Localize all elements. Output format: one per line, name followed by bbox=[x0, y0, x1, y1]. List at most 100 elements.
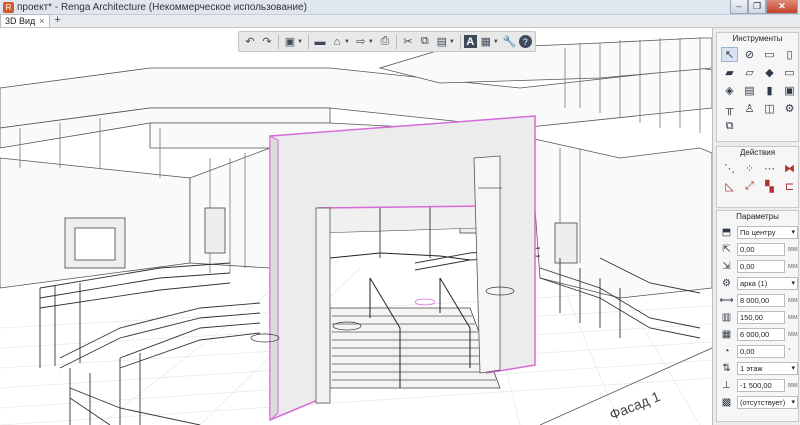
array-icon[interactable]: ▚ bbox=[761, 179, 778, 194]
slab-tool-icon[interactable]: ▱ bbox=[741, 65, 758, 80]
central-staircase bbox=[317, 188, 501, 389]
wall-tool-icon[interactable]: ▭ bbox=[761, 47, 778, 62]
actions-panel: Действия ⋱ ⁘ ⋯ ⧓ ◺ ⤢ ▚ ⊏ bbox=[716, 146, 799, 208]
params-panel: Параметры ⬒ По центру ⇱ 0,00 мм ⇲ 0,00 м… bbox=[716, 210, 799, 422]
unit-label: мм bbox=[788, 331, 798, 338]
mirror-icon[interactable]: ⧓ bbox=[781, 161, 798, 176]
params-panel-title: Параметры bbox=[736, 212, 779, 221]
unit-label: мм bbox=[788, 382, 798, 389]
toolbar-separator bbox=[395, 34, 397, 49]
door-tool-icon[interactable]: ▮ bbox=[761, 83, 778, 98]
redo-icon[interactable]: ↷ bbox=[259, 34, 275, 50]
style-select[interactable]: арка (1) bbox=[737, 277, 798, 290]
length-field[interactable]: 8 000,00 bbox=[737, 294, 785, 307]
height-field[interactable]: 6 000,00 bbox=[737, 328, 785, 341]
close-button[interactable]: ✕ bbox=[766, 0, 798, 14]
unit-label: мм bbox=[788, 297, 798, 304]
annotation-tool-icon[interactable]: ⧉ bbox=[721, 119, 738, 134]
settings-icon[interactable]: 🔧 bbox=[502, 34, 518, 50]
material-icon: ▩ bbox=[721, 397, 732, 408]
stair-tool-icon[interactable]: ▤ bbox=[741, 83, 758, 98]
chevron-down-icon[interactable]: ▼ bbox=[344, 39, 350, 45]
close-icon[interactable]: × bbox=[39, 15, 44, 27]
param-elevation: ⊥ -1 500,00 мм bbox=[717, 378, 798, 393]
unit-label: мм bbox=[788, 314, 798, 321]
railing-tool-icon[interactable]: ╥ bbox=[721, 101, 738, 116]
length-icon: ⟷ bbox=[719, 295, 734, 306]
thickness-icon: ▥ bbox=[721, 312, 732, 323]
copy-icon[interactable]: ⧉ bbox=[417, 34, 433, 50]
export-icon[interactable]: ⇨ bbox=[353, 34, 369, 50]
alignment-select[interactable]: По центру bbox=[737, 226, 798, 239]
beam-tool-icon[interactable]: ▭ bbox=[781, 65, 798, 80]
tab-3d-view[interactable]: 3D Вид × bbox=[0, 14, 50, 27]
offset-x-field[interactable]: 0,00 bbox=[737, 243, 785, 256]
undo-icon[interactable]: ↶ bbox=[242, 34, 258, 50]
offset-y-icon: ⇲ bbox=[722, 261, 731, 272]
equipment-tool-icon[interactable]: ♙ bbox=[741, 101, 758, 116]
rotate-icon[interactable]: ⁘ bbox=[741, 161, 758, 176]
unit-label: ° bbox=[788, 348, 791, 355]
paste-icon[interactable]: ▤ bbox=[434, 34, 450, 50]
param-material: ▩ (отсутствует) bbox=[717, 395, 798, 410]
select-tool-icon[interactable]: ↖ bbox=[721, 47, 738, 62]
window-controls: – ❐ ✕ bbox=[730, 0, 798, 14]
room-tool-icon[interactable]: ◫ bbox=[761, 101, 778, 116]
title-bar: R проект* - Renga Architecture (Некоммер… bbox=[0, 0, 800, 15]
chevron-down-icon[interactable]: ▼ bbox=[297, 39, 303, 45]
align-icon[interactable]: ◺ bbox=[721, 179, 738, 194]
param-thickness: ▥ 150,00 мм bbox=[717, 310, 798, 325]
floor-tool-icon[interactable]: ▰ bbox=[721, 65, 738, 80]
unit-label: мм bbox=[788, 263, 798, 270]
save-icon[interactable]: ▬ bbox=[312, 34, 328, 50]
chevron-down-icon[interactable]: ▼ bbox=[449, 39, 455, 45]
print-preview-icon[interactable]: ⌂ bbox=[329, 34, 345, 50]
column-tool-icon[interactable]: ▯ bbox=[781, 47, 798, 62]
thickness-field[interactable]: 150,00 bbox=[737, 311, 785, 324]
layers-icon[interactable]: ▦ bbox=[478, 34, 494, 50]
alignment-icon: ⬒ bbox=[721, 227, 732, 238]
main-toolbar: ↶ ↷ ▣ ▼ ▬ ⌂ ▼ ⇨ ▼ ⎙ ✂ ⧉ ▤ ▼ A ▦ ▼ 🔧 ? bbox=[238, 31, 536, 52]
move-icon[interactable]: ⋱ bbox=[721, 161, 738, 176]
join-icon[interactable]: ⊏ bbox=[781, 179, 798, 194]
tools-panel-title: Инструменты bbox=[732, 34, 783, 43]
toolbar-separator bbox=[459, 34, 461, 49]
elevation-field[interactable]: -1 500,00 bbox=[737, 379, 785, 392]
angle-field[interactable]: 0,00 bbox=[737, 345, 785, 358]
chevron-down-icon[interactable]: ▼ bbox=[493, 39, 499, 45]
add-tab-button[interactable]: + bbox=[52, 15, 64, 27]
param-level: ⇅ 1 этаж bbox=[717, 361, 798, 376]
assembly-tool-icon[interactable]: ⚙ bbox=[781, 101, 798, 116]
right-panel: Инструменты ↖ ⊘ ▭ ▯ ▰ ▱ ◆ ▭ ◈ ▤ ▮ ▣ ╥ ♙ … bbox=[712, 28, 800, 425]
help-icon[interactable]: ? bbox=[518, 35, 532, 48]
param-alignment: ⬒ По центру bbox=[717, 225, 798, 240]
height-icon: ▦ bbox=[721, 329, 732, 340]
print-icon[interactable]: ⎙ bbox=[377, 34, 393, 50]
scale-icon[interactable]: ⤢ bbox=[741, 179, 758, 194]
3d-viewport[interactable]: Фасад 1 bbox=[0, 28, 712, 425]
chevron-down-icon[interactable]: ▼ bbox=[368, 39, 374, 45]
model-render: Фасад 1 bbox=[0, 37, 712, 425]
opening-tool-icon[interactable]: ◈ bbox=[721, 83, 738, 98]
param-length: ⟷ 8 000,00 мм bbox=[717, 293, 798, 308]
offset-y-field[interactable]: 0,00 bbox=[737, 260, 785, 273]
roof-tool-icon[interactable]: ◆ bbox=[761, 65, 778, 80]
tab-label: 3D Вид bbox=[5, 16, 36, 26]
material-select[interactable]: (отсутствует) bbox=[737, 396, 798, 409]
param-offset-y: ⇲ 0,00 мм bbox=[717, 259, 798, 274]
restore-button[interactable]: ❐ bbox=[748, 0, 766, 14]
level-select[interactable]: 1 этаж bbox=[737, 362, 798, 375]
text-style-icon[interactable]: A bbox=[463, 35, 477, 48]
axis-tool-icon[interactable]: ⊘ bbox=[741, 47, 758, 62]
elevation-icon: ⊥ bbox=[722, 380, 731, 391]
style-icon: ⚙ bbox=[722, 278, 731, 289]
window-tool-icon[interactable]: ▣ bbox=[781, 83, 798, 98]
param-height: ▦ 6 000,00 мм bbox=[717, 327, 798, 342]
copy-action-icon[interactable]: ⋯ bbox=[761, 161, 778, 176]
minimize-button[interactable]: – bbox=[730, 0, 748, 14]
cut-icon[interactable]: ✂ bbox=[400, 34, 416, 50]
tab-bar: 3D Вид × + bbox=[0, 14, 800, 28]
left-ramps bbox=[39, 262, 261, 425]
view-cube-icon[interactable]: ▣ bbox=[282, 34, 298, 50]
toolbar-separator bbox=[278, 34, 279, 49]
